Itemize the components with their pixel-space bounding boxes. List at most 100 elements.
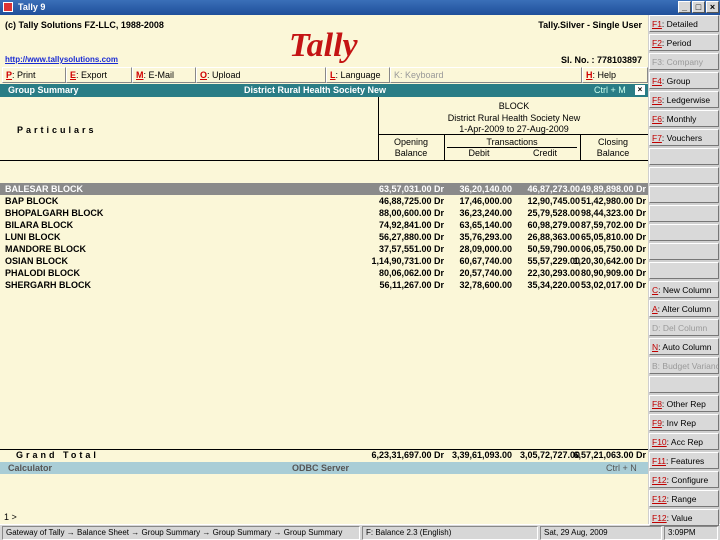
- table-row[interactable]: BILARA BLOCK 74,92,841.00 Dr 63,65,140.00 6…: [0, 219, 648, 231]
- button-15[interactable]: A: Alter Column: [649, 300, 719, 317]
- export-button[interactable]: E: Export: [66, 67, 132, 83]
- opening-balance: 56,27,880.00 Dr: [378, 232, 444, 242]
- row-name: PHALODI BLOCK: [5, 268, 80, 278]
- credit-header: Credit: [532, 148, 557, 158]
- empty-button-slot: [649, 167, 719, 184]
- hotkey: F12: [652, 513, 667, 523]
- debit-amount: 32,78,600.00: [459, 280, 512, 290]
- debit-amount: 17,46,000.00: [459, 196, 512, 206]
- button-14[interactable]: C: New Column: [649, 281, 719, 298]
- debit-amount: 36,23,240.00: [459, 208, 512, 218]
- status-bar: Gateway of Tally → Balance Sheet → Group…: [0, 524, 720, 540]
- table-row[interactable]: BAP BLOCK 46,88,725.00 Dr 17,46,000.00 12,9…: [0, 195, 648, 207]
- print-button[interactable]: P: Print: [2, 67, 66, 83]
- group-heading: BLOCK: [498, 101, 530, 111]
- button-0[interactable]: F1: Detailed: [649, 15, 719, 32]
- button-label: : Print: [12, 70, 36, 80]
- button-6[interactable]: F7: Vouchers: [649, 129, 719, 146]
- close-window-button[interactable]: ×: [706, 1, 719, 13]
- button-label: : Auto Column: [658, 342, 712, 352]
- opening-balance: 74,92,841.00 Dr: [378, 220, 444, 230]
- button-18[interactable]: B: Budget Variance: [649, 357, 719, 374]
- button-22[interactable]: F10: Acc Rep: [649, 433, 719, 450]
- hotkey: F12: [652, 494, 667, 504]
- row-name: BHOPALGARH BLOCK: [5, 208, 104, 218]
- button-label: : E-Mail: [143, 70, 175, 80]
- button-label: : Group: [661, 76, 691, 86]
- closing-balance: 98,44,323.00 Dr: [580, 208, 646, 218]
- button-16[interactable]: D: Del Column: [649, 319, 719, 336]
- calculator-prompt: 1 >: [4, 512, 17, 522]
- button-24[interactable]: F12: Configure: [649, 471, 719, 488]
- transactions-header: Transactions: [486, 137, 538, 147]
- table-row[interactable]: OSIAN BLOCK 1,14,90,731.00 Dr 60,67,740.00…: [0, 255, 648, 267]
- table-row[interactable]: PHALODI BLOCK 80,06,062.00 Dr 20,57,740.00…: [0, 267, 648, 279]
- language-button[interactable]: L: Language: [326, 67, 390, 83]
- closing-balance: 51,42,980.00 Dr: [580, 196, 646, 206]
- button-label: : Range: [666, 494, 697, 504]
- button-label: : Help: [592, 70, 617, 80]
- empty-button-slot: [649, 224, 719, 241]
- email-button[interactable]: M: E-Mail: [132, 67, 196, 83]
- report-info-bar: Group Summary District Rural Health Soci…: [0, 84, 648, 97]
- table-row[interactable]: BHOPALGARH BLOCK 88,00,600.00 Dr 36,23,240…: [0, 207, 648, 219]
- table-row[interactable]: MANDORE BLOCK 37,57,551.00 Dr 28,09,000.00…: [0, 243, 648, 255]
- button-1[interactable]: F2: Period: [649, 34, 719, 51]
- report-name: Group Summary: [8, 85, 79, 95]
- upload-button[interactable]: O: Upload: [196, 67, 326, 83]
- button-2[interactable]: F3: Company: [649, 53, 719, 70]
- minimize-button[interactable]: _: [678, 1, 691, 13]
- row-name: BAP BLOCK: [5, 196, 59, 206]
- maximize-button[interactable]: □: [692, 1, 705, 13]
- button-17[interactable]: N: Auto Column: [649, 338, 719, 355]
- hotkey: F8: [652, 399, 662, 409]
- button-3[interactable]: F4: Group: [649, 72, 719, 89]
- table-row[interactable]: BALESAR BLOCK 63,57,031.00 Dr 36,20,140.00…: [0, 183, 648, 195]
- closing-balance: 65,05,810.00 Dr: [580, 232, 646, 242]
- table-row[interactable]: LUNI BLOCK 56,27,880.00 Dr 35,76,293.00 26,…: [0, 231, 648, 243]
- tally-logo-text: Tally: [289, 27, 359, 64]
- period-heading: 1-Apr-2009 to 27-Aug-2009: [459, 124, 569, 134]
- hotkey: F5: [652, 95, 662, 105]
- odbc-label: ODBC Server: [292, 463, 350, 473]
- button-panel: F1: Detailed F2: Period F3: Company F4: Gro…: [648, 15, 720, 526]
- button-4[interactable]: F5: Ledgerwise: [649, 91, 719, 108]
- empty-button-slot: [649, 205, 719, 222]
- divider: [378, 134, 648, 135]
- button-25[interactable]: F12: Range: [649, 490, 719, 507]
- keyboard-button[interactable]: K: Keyboard: [390, 67, 582, 83]
- hotkey: F4: [652, 76, 662, 86]
- row-name: LUNI BLOCK: [5, 232, 61, 242]
- button-23[interactable]: F11: Features: [649, 452, 719, 469]
- button-5[interactable]: F6: Monthly: [649, 110, 719, 127]
- table-row[interactable]: SHERGARH BLOCK 56,11,267.00 Dr 32,78,600.0…: [0, 279, 648, 291]
- opening-balance: 56,11,267.00 Dr: [379, 280, 444, 290]
- debit-amount: 36,20,140.00: [459, 184, 512, 194]
- close-report-button[interactable]: ×: [635, 85, 645, 95]
- serial-number: Sl. No. : 778103897: [560, 55, 642, 65]
- help-button[interactable]: H: Help: [582, 67, 648, 83]
- grand-total-row: Grand Total 6,23,31,697.00 Dr 3,39,61,09…: [0, 449, 648, 461]
- debit-amount: 63,65,140.00: [459, 220, 512, 230]
- button-26[interactable]: F12: Value: [649, 509, 719, 526]
- closing-balance: 53,02,017.00 Dr: [580, 280, 646, 290]
- row-name: MANDORE BLOCK: [5, 244, 86, 254]
- button-label: : Vouchers: [661, 133, 703, 143]
- button-21[interactable]: F9: Inv Rep: [649, 414, 719, 431]
- closing-balance: 1,20,30,642.00 Dr: [573, 256, 646, 266]
- empty-button-slot: [649, 243, 719, 260]
- app-icon: [3, 2, 13, 12]
- hotkey: M: [136, 70, 144, 80]
- button-20[interactable]: F8: Other Rep: [649, 395, 719, 412]
- divider: [580, 134, 581, 160]
- empty-button-slot: [649, 262, 719, 279]
- website-link[interactable]: http://www.tallysolutions.com: [5, 55, 118, 64]
- divider: [0, 160, 648, 161]
- empty-button-slot: [649, 186, 719, 203]
- opening-balance: 37,57,551.00 Dr: [378, 244, 444, 254]
- button-label: : Features: [666, 456, 705, 466]
- company-name: District Rural Health Society New: [244, 85, 387, 95]
- calculator-panel[interactable]: 1 >: [0, 474, 648, 524]
- hotkey: F3: [652, 57, 662, 67]
- opening-balance: 63,57,031.00 Dr: [378, 184, 444, 194]
